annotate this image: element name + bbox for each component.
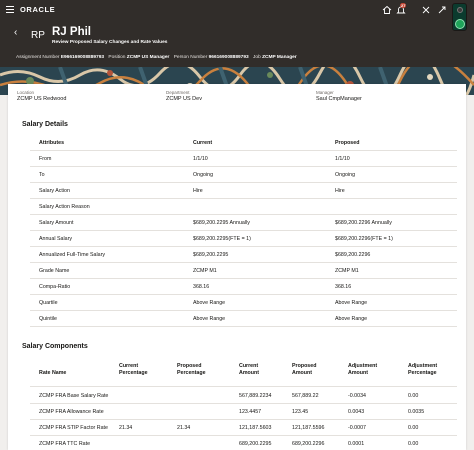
cell-rate-name: ZCMP FRA Allowance Rate (39, 409, 104, 415)
cell-proposed-amt: 121,187.5596 (292, 425, 325, 431)
cell-proposed: 1/1/10 (335, 156, 350, 162)
cell-proposed: $689,200.2296 Annually (335, 220, 392, 226)
cell-attr: Salary Action Reason (39, 204, 90, 210)
salary-details-title: Salary Details (22, 121, 68, 128)
department-info: Department ZCMP US Dev (166, 90, 202, 102)
cell-attr: Grade Name (39, 268, 70, 274)
cell-proposed: Above Range (335, 300, 368, 306)
cell-rate-name: ZCMP FRA Base Salary Rate (39, 393, 109, 399)
cell-attr: Annual Salary (39, 236, 72, 242)
cell-proposed: Ongoing (335, 172, 356, 178)
cell-current-amt: 123.4457 (239, 409, 262, 415)
cell-attr: Salary Amount (39, 220, 74, 226)
cell-adj-amt: -0.0034 (348, 393, 366, 399)
salary-components-header: Rate Name Current Percentage Proposed Pe… (30, 361, 457, 387)
cell-current: 1/1/10 (193, 156, 208, 162)
page-subtitle: Review Proposed Salary Changes and Rate … (52, 40, 168, 45)
help-icon[interactable] (436, 4, 448, 16)
cell-current-amt: 567,889.2234 (239, 393, 272, 399)
salary-detail-row: Grade Name ZCMP M1 ZCMP M1 (30, 263, 457, 279)
cell-proposed-pct: 21.34 (177, 425, 191, 431)
cell-attr: Quartile (39, 300, 58, 306)
person-header: ‹ RP RJ Phil Review Proposed Salary Chan… (0, 20, 474, 67)
cell-proposed: $689,200.2296 (335, 252, 371, 258)
cell-current: $689,200.2295 Annually (193, 220, 250, 226)
cell-adj-amt: 0.0043 (348, 409, 365, 415)
avatar (457, 7, 463, 13)
cell-proposed: Hire (335, 188, 345, 194)
cell-proposed: 368.16 (335, 284, 352, 290)
salary-details-header: Attributes Current Proposed (30, 135, 457, 151)
global-header: ORACLE 27 (0, 0, 474, 20)
oracle-logo[interactable]: ORACLE (20, 5, 55, 14)
cell-attr: Annualized Full-Time Salary (39, 252, 106, 258)
cell-adj-pct: 0.0035 (408, 409, 425, 415)
cell-adj-amt: 0.0001 (348, 441, 365, 447)
cell-current-amt: 689,200.2295 (239, 441, 272, 447)
salary-component-row: ZCMP FRA TTC Rate 689,200.2295 689,200.229… (30, 436, 457, 450)
cell-current-pct: 21.34 (119, 425, 133, 431)
salary-detail-row: Salary Action Hire Hire (30, 183, 457, 199)
salary-detail-row: Quintile Above Range Above Range (30, 311, 457, 327)
home-icon[interactable] (381, 4, 393, 16)
assignment-meta: Assignment Number E966169008889793 Posit… (16, 55, 297, 60)
cell-current: ZCMP M1 (193, 268, 217, 274)
salary-detail-row: Annual Salary $689,200.2295(FTE = 1) $689,… (30, 231, 457, 247)
cell-attr: Compa-Ratio (39, 284, 71, 290)
salary-detail-row: From 1/1/10 1/1/10 (30, 151, 457, 167)
user-avatar-widget[interactable] (452, 3, 467, 31)
cell-current: 368.16 (193, 284, 210, 290)
cell-rate-name: ZCMP FRA STIP Factor Rate (39, 425, 108, 431)
cell-attr: Salary Action (39, 188, 70, 194)
salary-detail-row: To Ongoing Ongoing (30, 167, 457, 183)
cell-adj-pct: 0.00 (408, 441, 419, 447)
cell-current: Ongoing (193, 172, 214, 178)
back-icon[interactable]: ‹ (14, 27, 17, 38)
salary-review-card: Location ZCMP US Redwood Department ZCMP… (8, 84, 466, 450)
salary-component-row: ZCMP FRA Base Salary Rate 567,889.2234 567… (30, 388, 457, 404)
cell-current: Hire (193, 188, 203, 194)
salary-detail-row: Annualized Full-Time Salary $689,200.2295… (30, 247, 457, 263)
tools-icon[interactable] (420, 4, 432, 16)
cell-adj-pct: 0.00 (408, 393, 419, 399)
cell-proposed-amt: 123.45 (292, 409, 309, 415)
cell-proposed: Above Range (335, 316, 368, 322)
cell-rate-name: ZCMP FRA TTC Rate (39, 441, 91, 447)
cell-proposed: $689,200.2296(FTE = 1) (335, 236, 393, 242)
salary-component-row: ZCMP FRA Allowance Rate 123.4457 123.45 0.0… (30, 404, 457, 420)
salary-detail-row: Compa-Ratio 368.16 368.16 (30, 279, 457, 295)
cell-current: Above Range (193, 300, 226, 306)
cell-current: $689,200.2295(FTE = 1) (193, 236, 251, 242)
cell-adj-pct: 0.00 (408, 425, 419, 431)
avatar-initials: RP (31, 30, 45, 41)
location-info: Location ZCMP US Redwood (17, 90, 67, 102)
cell-proposed-amt: 689,200.2296 (292, 441, 325, 447)
salary-component-row: ZCMP FRA STIP Factor Rate 21.34 21.34 121,1… (30, 420, 457, 436)
cell-adj-amt: -0.0007 (348, 425, 366, 431)
cell-current: Above Range (193, 316, 226, 322)
cell-current-amt: 121,187.5603 (239, 425, 272, 431)
person-name: RJ Phil (52, 26, 91, 38)
cell-current: $689,200.2295 (193, 252, 229, 258)
cell-attr: Quintile (39, 316, 57, 322)
cell-attr: To (39, 172, 45, 178)
salary-components-title: Salary Components (22, 343, 88, 350)
cell-proposed-amt: 567,889.22 (292, 393, 319, 399)
menu-icon[interactable] (6, 6, 14, 13)
cell-attr: From (39, 156, 52, 162)
manager-info: Manager Saul CmpManager (316, 90, 362, 102)
salary-detail-row: Salary Amount $689,200.2295 Annually $689,… (30, 215, 457, 231)
salary-detail-row: Quartile Above Range Above Range (30, 295, 457, 311)
cell-proposed: ZCMP M1 (335, 268, 359, 274)
salary-detail-row: Salary Action Reason (30, 199, 457, 215)
status-indicator-icon (455, 19, 465, 29)
